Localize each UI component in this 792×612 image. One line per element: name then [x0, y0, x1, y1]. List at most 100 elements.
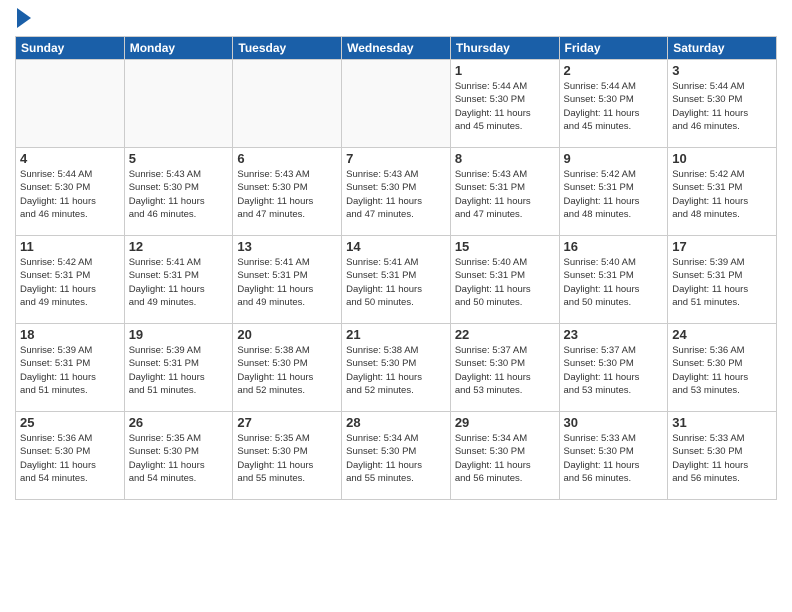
day-number: 13 [237, 239, 337, 254]
calendar-cell: 17 Sunrise: 5:39 AM Sunset: 5:31 PM Dayli… [668, 236, 777, 324]
day-number: 5 [129, 151, 229, 166]
day-info: Sunrise: 5:38 AM Sunset: 5:30 PM Dayligh… [237, 344, 337, 397]
calendar-cell: 3 Sunrise: 5:44 AM Sunset: 5:30 PM Daylig… [668, 60, 777, 148]
weekday-header: Wednesday [342, 37, 451, 60]
day-info: Sunrise: 5:34 AM Sunset: 5:30 PM Dayligh… [455, 432, 555, 485]
day-info: Sunrise: 5:41 AM Sunset: 5:31 PM Dayligh… [346, 256, 446, 309]
calendar-cell [233, 60, 342, 148]
day-number: 24 [672, 327, 772, 342]
day-number: 3 [672, 63, 772, 78]
day-number: 16 [564, 239, 664, 254]
day-number: 21 [346, 327, 446, 342]
calendar-cell [16, 60, 125, 148]
day-info: Sunrise: 5:43 AM Sunset: 5:30 PM Dayligh… [129, 168, 229, 221]
calendar-week-row: 18 Sunrise: 5:39 AM Sunset: 5:31 PM Dayli… [16, 324, 777, 412]
calendar-cell: 22Sunrise: 5:37 AM Sunset: 5:30 PM Dayli… [450, 324, 559, 412]
day-number: 10 [672, 151, 772, 166]
day-info: Sunrise: 5:35 AM Sunset: 5:30 PM Dayligh… [129, 432, 229, 485]
day-info: Sunrise: 5:44 AM Sunset: 5:30 PM Dayligh… [455, 80, 555, 133]
weekday-header: Monday [124, 37, 233, 60]
calendar-cell: 4 Sunrise: 5:44 AM Sunset: 5:30 PM Daylig… [16, 148, 125, 236]
calendar-table: SundayMondayTuesdayWednesdayThursdayFrid… [15, 36, 777, 500]
day-info: Sunrise: 5:42 AM Sunset: 5:31 PM Dayligh… [20, 256, 120, 309]
calendar-cell: 19Sunrise: 5:39 AM Sunset: 5:31 PM Dayli… [124, 324, 233, 412]
calendar-cell: 24 Sunrise: 5:36 AM Sunset: 5:30 PM Dayli… [668, 324, 777, 412]
day-number: 8 [455, 151, 555, 166]
day-info: Sunrise: 5:40 AM Sunset: 5:31 PM Dayligh… [564, 256, 664, 309]
calendar-week-row: 25 Sunrise: 5:36 AM Sunset: 5:30 PM Dayli… [16, 412, 777, 500]
day-number: 31 [672, 415, 772, 430]
day-number: 12 [129, 239, 229, 254]
calendar-cell: 11 Sunrise: 5:42 AM Sunset: 5:31 PM Dayli… [16, 236, 125, 324]
day-number: 15 [455, 239, 555, 254]
day-number: 7 [346, 151, 446, 166]
day-info: Sunrise: 5:33 AM Sunset: 5:30 PM Dayligh… [672, 432, 772, 485]
header [15, 10, 777, 28]
logo-text [15, 10, 31, 28]
logo-arrow-icon [17, 8, 31, 28]
calendar-week-row: 1 Sunrise: 5:44 AM Sunset: 5:30 PM Daylig… [16, 60, 777, 148]
day-number: 28 [346, 415, 446, 430]
day-info: Sunrise: 5:40 AM Sunset: 5:31 PM Dayligh… [455, 256, 555, 309]
day-info: Sunrise: 5:42 AM Sunset: 5:31 PM Dayligh… [672, 168, 772, 221]
weekday-header: Saturday [668, 37, 777, 60]
day-number: 26 [129, 415, 229, 430]
day-number: 18 [20, 327, 120, 342]
calendar-cell: 23Sunrise: 5:37 AM Sunset: 5:30 PM Dayli… [559, 324, 668, 412]
day-info: Sunrise: 5:43 AM Sunset: 5:30 PM Dayligh… [237, 168, 337, 221]
calendar-cell: 16 Sunrise: 5:40 AM Sunset: 5:31 PM Dayli… [559, 236, 668, 324]
calendar-week-row: 4 Sunrise: 5:44 AM Sunset: 5:30 PM Daylig… [16, 148, 777, 236]
day-info: Sunrise: 5:39 AM Sunset: 5:31 PM Dayligh… [20, 344, 120, 397]
day-number: 27 [237, 415, 337, 430]
day-info: Sunrise: 5:42 AM Sunset: 5:31 PM Dayligh… [564, 168, 664, 221]
calendar-cell: 20 Sunrise: 5:38 AM Sunset: 5:30 PM Dayli… [233, 324, 342, 412]
day-number: 20 [237, 327, 337, 342]
day-info: Sunrise: 5:44 AM Sunset: 5:30 PM Dayligh… [20, 168, 120, 221]
day-info: Sunrise: 5:41 AM Sunset: 5:31 PM Dayligh… [129, 256, 229, 309]
day-number: 1 [455, 63, 555, 78]
day-info: Sunrise: 5:34 AM Sunset: 5:30 PM Dayligh… [346, 432, 446, 485]
calendar-cell: 25 Sunrise: 5:36 AM Sunset: 5:30 PM Dayli… [16, 412, 125, 500]
day-info: Sunrise: 5:43 AM Sunset: 5:30 PM Dayligh… [346, 168, 446, 221]
day-number: 25 [20, 415, 120, 430]
day-info: Sunrise: 5:41 AM Sunset: 5:31 PM Dayligh… [237, 256, 337, 309]
day-number: 23 [564, 327, 664, 342]
calendar-cell: 12 Sunrise: 5:41 AM Sunset: 5:31 PM Dayli… [124, 236, 233, 324]
day-info: Sunrise: 5:44 AM Sunset: 5:30 PM Dayligh… [672, 80, 772, 133]
calendar-cell: 13 Sunrise: 5:41 AM Sunset: 5:31 PM Dayli… [233, 236, 342, 324]
day-number: 9 [564, 151, 664, 166]
page-container: SundayMondayTuesdayWednesdayThursdayFrid… [0, 0, 792, 612]
day-info: Sunrise: 5:36 AM Sunset: 5:30 PM Dayligh… [672, 344, 772, 397]
day-number: 30 [564, 415, 664, 430]
weekday-header: Thursday [450, 37, 559, 60]
day-number: 29 [455, 415, 555, 430]
calendar-cell: 6Sunrise: 5:43 AM Sunset: 5:30 PM Daylig… [233, 148, 342, 236]
calendar-cell: 30 Sunrise: 5:33 AM Sunset: 5:30 PM Dayli… [559, 412, 668, 500]
calendar-cell: 5 Sunrise: 5:43 AM Sunset: 5:30 PM Daylig… [124, 148, 233, 236]
day-number: 4 [20, 151, 120, 166]
weekday-header: Sunday [16, 37, 125, 60]
weekday-header: Friday [559, 37, 668, 60]
day-number: 17 [672, 239, 772, 254]
calendar-cell: 27Sunrise: 5:35 AM Sunset: 5:30 PM Dayli… [233, 412, 342, 500]
day-info: Sunrise: 5:39 AM Sunset: 5:31 PM Dayligh… [672, 256, 772, 309]
day-info: Sunrise: 5:33 AM Sunset: 5:30 PM Dayligh… [564, 432, 664, 485]
calendar-cell: 28 Sunrise: 5:34 AM Sunset: 5:30 PM Dayli… [342, 412, 451, 500]
calendar-cell: 2Sunrise: 5:44 AM Sunset: 5:30 PM Daylig… [559, 60, 668, 148]
calendar-cell: 29 Sunrise: 5:34 AM Sunset: 5:30 PM Dayli… [450, 412, 559, 500]
day-number: 14 [346, 239, 446, 254]
day-number: 11 [20, 239, 120, 254]
calendar-cell: 18 Sunrise: 5:39 AM Sunset: 5:31 PM Dayli… [16, 324, 125, 412]
calendar-cell: 14 Sunrise: 5:41 AM Sunset: 5:31 PM Dayli… [342, 236, 451, 324]
day-info: Sunrise: 5:44 AM Sunset: 5:30 PM Dayligh… [564, 80, 664, 133]
calendar-cell: 21 Sunrise: 5:38 AM Sunset: 5:30 PM Dayli… [342, 324, 451, 412]
day-info: Sunrise: 5:36 AM Sunset: 5:30 PM Dayligh… [20, 432, 120, 485]
calendar-cell: 31 Sunrise: 5:33 AM Sunset: 5:30 PM Dayli… [668, 412, 777, 500]
calendar-week-row: 11 Sunrise: 5:42 AM Sunset: 5:31 PM Dayli… [16, 236, 777, 324]
calendar-cell [342, 60, 451, 148]
calendar-cell: 10 Sunrise: 5:42 AM Sunset: 5:31 PM Dayli… [668, 148, 777, 236]
day-info: Sunrise: 5:38 AM Sunset: 5:30 PM Dayligh… [346, 344, 446, 397]
calendar-cell: 15 Sunrise: 5:40 AM Sunset: 5:31 PM Dayli… [450, 236, 559, 324]
calendar-cell: 7 Sunrise: 5:43 AM Sunset: 5:30 PM Daylig… [342, 148, 451, 236]
day-number: 19 [129, 327, 229, 342]
